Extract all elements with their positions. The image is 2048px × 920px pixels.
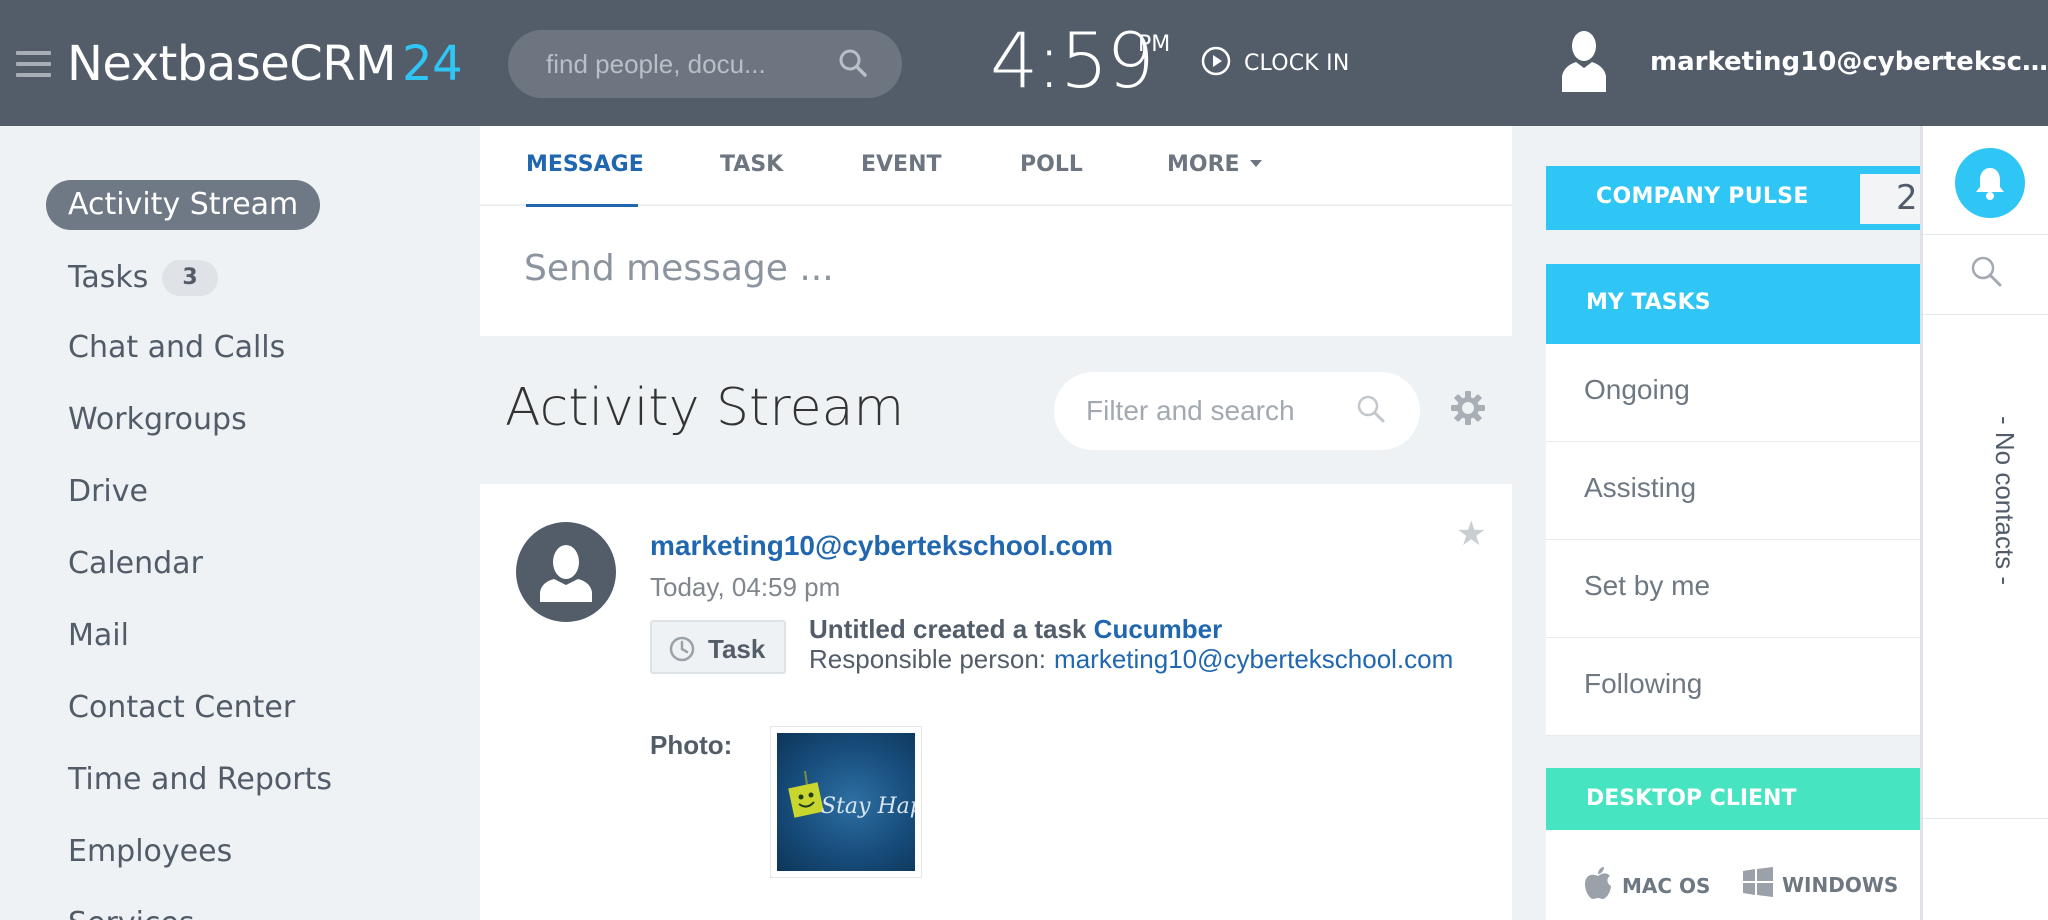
post-summary-text: Untitled created a task: [809, 614, 1087, 644]
page-title: Activity Stream: [505, 378, 905, 438]
tab-event[interactable]: EVENT: [861, 152, 942, 177]
top-header: NextbaseCRM24 4:59 PM CLOCK IN marketing…: [0, 0, 2048, 126]
notifications-bell-icon[interactable]: [1955, 148, 2025, 218]
post-author-avatar[interactable]: [516, 522, 616, 622]
company-pulse-widget[interactable]: COMPANY PULSE 26: [1546, 166, 1940, 230]
my-task-label: Ongoing: [1584, 374, 1690, 405]
task-chip-label: Task: [708, 634, 766, 664]
company-pulse-label: COMPANY PULSE: [1596, 184, 1809, 209]
global-search-input[interactable]: [546, 46, 836, 82]
composer-tabs: MESSAGE TASK EVENT POLL MORE: [480, 126, 1512, 207]
clock-in-button[interactable]: CLOCK IN: [1200, 46, 1349, 80]
filter-search-input[interactable]: [1086, 394, 1346, 428]
search-icon[interactable]: [1969, 254, 2003, 293]
nav-item-activity-stream[interactable]: Activity Stream: [46, 180, 321, 230]
my-task-assisting[interactable]: Assisting: [1546, 442, 1920, 540]
nav-item-time-and-reports[interactable]: Time and Reports: [68, 762, 332, 797]
nav-item-contact-center[interactable]: Contact Center: [68, 690, 295, 725]
filter-search: [1054, 372, 1420, 450]
nav-item-mail[interactable]: Mail: [68, 618, 129, 653]
responsible-person-row: Responsible person: marketing10@cyberteks…: [809, 644, 1453, 675]
my-task-ongoing[interactable]: Ongoing: [1546, 344, 1920, 442]
photo-thumbnail[interactable]: Stay Happy!: [770, 726, 922, 878]
nav-item-workgroups[interactable]: Workgroups: [68, 402, 247, 437]
photo-label: Photo:: [650, 730, 733, 760]
nav-item-chat-and-calls[interactable]: Chat and Calls: [68, 330, 285, 365]
no-contacts-text: - No contacts -: [1990, 416, 2020, 586]
right-sidebar: COMPANY PULSE 26 MY TASKS Ongoing Assist…: [1546, 126, 1940, 920]
clock-ampm: PM: [1138, 32, 1171, 57]
windows-label: WINDOWS: [1782, 872, 1899, 897]
play-icon: [1200, 45, 1232, 82]
user-menu[interactable]: marketing10@cybertekschool.com: [1650, 47, 2048, 77]
right-contacts-panel: - No contacts -: [1920, 126, 2048, 920]
global-search: [508, 30, 902, 98]
feed-post: marketing10@cybertekschool.com Today, 04…: [480, 484, 1512, 920]
panel-divider: [1923, 314, 2048, 315]
desktop-client-label: DESKTOP CLIENT: [1586, 786, 1797, 811]
post-author-link[interactable]: marketing10@cybertekschool.com: [650, 530, 1113, 562]
clock-time: 4:59: [990, 16, 1155, 105]
mac-os-label: MAC OS: [1622, 873, 1711, 898]
caret-down-icon: [1249, 160, 1262, 167]
my-task-set-by-me[interactable]: Set by me: [1546, 540, 1920, 638]
clock-icon: [668, 635, 696, 668]
app-logo[interactable]: NextbaseCRM 24: [67, 36, 463, 92]
nav-item-drive[interactable]: Drive: [68, 474, 148, 509]
nav-item-services[interactable]: Services: [68, 906, 195, 920]
nav-item-tasks[interactable]: Tasks 3: [68, 260, 218, 296]
tab-poll[interactable]: POLL: [1020, 152, 1083, 177]
nav-item-label: Tasks: [68, 260, 149, 295]
download-windows[interactable]: WINDOWS: [1742, 866, 1898, 903]
logo-text: NextbaseCRM: [67, 36, 397, 92]
my-task-label: Set by me: [1584, 570, 1711, 601]
search-icon[interactable]: [838, 48, 868, 83]
tab-message[interactable]: MESSAGE: [526, 152, 644, 177]
left-nav: Activity Stream Tasks 3 Chat and Calls Wo…: [0, 126, 480, 920]
post-composer: MESSAGE TASK EVENT POLL MORE Send messag…: [480, 126, 1512, 336]
tab-more-label: MORE: [1167, 152, 1240, 177]
active-tab-underline: [526, 204, 638, 207]
nav-item-employees[interactable]: Employees: [68, 834, 232, 869]
tab-task[interactable]: TASK: [720, 152, 783, 177]
my-tasks-label: MY TASKS: [1586, 290, 1711, 315]
desktop-client-downloads: MAC OS WINDOWS: [1546, 830, 1920, 920]
tasks-count-badge: 3: [162, 260, 218, 296]
star-icon[interactable]: ★: [1456, 514, 1486, 554]
stay-happy-image: Stay Happy!: [777, 733, 915, 871]
desktop-client-header: DESKTOP CLIENT: [1546, 768, 1920, 830]
panel-divider: [1923, 818, 2048, 819]
nav-item-calendar[interactable]: Calendar: [68, 546, 203, 581]
tab-more[interactable]: MORE: [1167, 152, 1262, 177]
clock-in-label: CLOCK IN: [1244, 50, 1350, 76]
responsible-person-link[interactable]: marketing10@cybertekschool.com: [1054, 644, 1453, 674]
my-task-label: Following: [1584, 668, 1703, 699]
logo-number: 24: [402, 36, 463, 92]
my-tasks-header[interactable]: MY TASKS: [1546, 264, 1920, 344]
task-type-chip: Task: [650, 620, 786, 674]
task-link[interactable]: Cucumber: [1094, 614, 1223, 644]
post-summary: Untitled created a task Cucumber: [809, 614, 1222, 645]
search-icon[interactable]: [1356, 394, 1386, 429]
image-caption: Stay Happy!: [821, 794, 915, 819]
user-avatar[interactable]: [1558, 28, 1610, 92]
responsible-label: Responsible person:: [809, 644, 1047, 674]
panel-divider: [1923, 234, 2048, 235]
download-mac-os[interactable]: MAC OS: [1582, 866, 1710, 905]
post-timestamp[interactable]: Today, 04:59 pm: [650, 572, 840, 603]
apple-icon: [1582, 866, 1614, 905]
gear-icon[interactable]: [1450, 390, 1486, 431]
send-message-field[interactable]: Send message ...: [524, 248, 834, 289]
my-task-label: Assisting: [1584, 472, 1697, 503]
menu-burger-icon[interactable]: [16, 51, 51, 77]
my-task-following[interactable]: Following: [1546, 638, 1920, 736]
windows-icon: [1742, 866, 1774, 903]
